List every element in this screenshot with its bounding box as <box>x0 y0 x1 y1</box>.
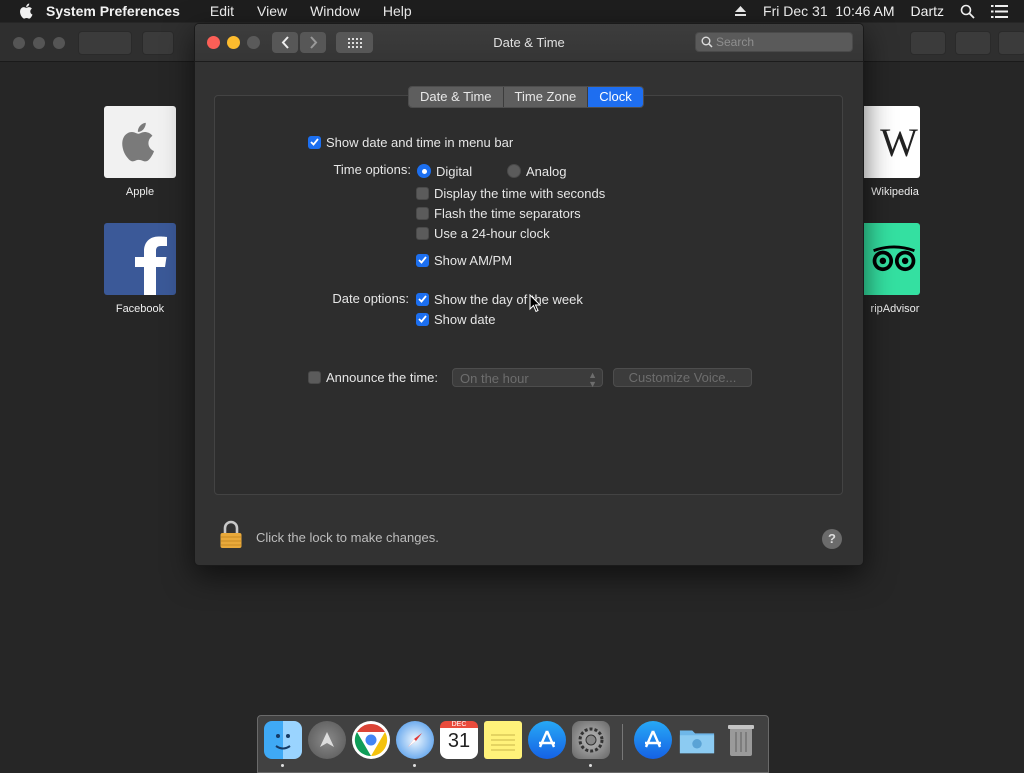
radio-label: Analog <box>526 163 567 179</box>
favorite-label: Facebook <box>115 303 165 315</box>
trash-icon[interactable] <box>722 721 760 759</box>
safari-close-button[interactable] <box>13 37 25 49</box>
menu-app-name[interactable]: System Preferences <box>46 3 180 19</box>
mouse-pointer-icon <box>529 294 541 313</box>
search-input[interactable] <box>716 34 846 50</box>
menu-edit[interactable]: Edit <box>210 3 234 19</box>
time-options-label: Time options: <box>333 162 411 177</box>
notes-icon[interactable] <box>484 721 522 759</box>
spotlight-search-icon[interactable] <box>960 4 975 19</box>
chrome-icon[interactable] <box>352 721 390 759</box>
flash-separators-checkbox[interactable]: Flash the time separators <box>416 204 581 222</box>
apple-logo-icon <box>104 106 176 178</box>
checkbox-unchecked-icon <box>416 226 429 240</box>
show-date-checkbox[interactable]: Show date <box>416 310 495 328</box>
running-indicator <box>413 764 416 767</box>
app-store-icon[interactable] <box>528 721 566 759</box>
launchpad-icon[interactable] <box>308 721 346 759</box>
tab-clock[interactable]: Clock <box>588 87 643 107</box>
digital-radio[interactable]: Digital <box>417 162 472 180</box>
checkbox-checked-icon <box>416 292 429 306</box>
safari-minimize-button[interactable] <box>33 37 45 49</box>
menu-user[interactable]: Dartz <box>911 3 944 19</box>
dock: DEC 31 <box>257 715 769 773</box>
title-bar: Date & Time <box>195 24 863 62</box>
search-icon <box>701 36 713 48</box>
safari-back-forward-button[interactable] <box>78 31 132 55</box>
checkbox-unchecked-icon <box>416 186 429 200</box>
favorite-apple[interactable]: Apple <box>104 106 176 198</box>
system-preferences-icon[interactable] <box>572 721 610 759</box>
facebook-logo-icon <box>104 223 176 295</box>
checkbox-label: Show date <box>434 311 496 327</box>
checkbox-checked-icon <box>416 253 429 267</box>
search-field[interactable] <box>695 32 853 52</box>
checkbox-label: Show AM/PM <box>434 252 513 268</box>
running-indicator <box>281 764 284 767</box>
favorite-label: Apple <box>125 186 155 198</box>
menu-help[interactable]: Help <box>383 3 412 19</box>
menu-bar: System Preferences Edit View Window Help… <box>0 0 1024 22</box>
favorite-label: Wikipedia <box>871 186 919 198</box>
finder-icon[interactable] <box>264 721 302 759</box>
checkbox-label: Show the day of the week <box>434 291 583 307</box>
tab-time-zone[interactable]: Time Zone <box>503 87 589 107</box>
checkbox-label: Display the time with seconds <box>434 185 606 201</box>
tab-bar: Date & Time Time Zone Clock <box>408 86 644 108</box>
safari-new-tab-button[interactable] <box>998 31 1024 55</box>
announce-interval-select[interactable]: On the hour ▲ ▼ <box>452 368 603 389</box>
lock-message: Click the lock to make changes. <box>256 530 439 545</box>
dock-separator <box>622 724 623 760</box>
calendar-day: 31 <box>447 730 471 752</box>
app-store-download-icon[interactable] <box>634 721 672 759</box>
radio-unselected-icon <box>507 164 521 178</box>
radio-label: Digital <box>436 163 473 179</box>
eject-icon[interactable] <box>734 5 747 17</box>
announce-time-checkbox[interactable]: Announce the time: <box>308 368 438 386</box>
use-24-hour-checkbox[interactable]: Use a 24-hour clock <box>416 224 550 242</box>
lock-icon <box>220 520 242 548</box>
lock-button[interactable] <box>219 520 243 555</box>
safari-share-button[interactable] <box>910 31 946 55</box>
menu-window[interactable]: Window <box>310 3 360 19</box>
checkbox-label: Announce the time: <box>326 369 439 385</box>
safari-icon[interactable] <box>396 721 434 759</box>
checkbox-label: Show date and time in menu bar <box>326 134 514 150</box>
checkbox-checked-icon <box>416 312 429 326</box>
calendar-month: DEC <box>440 721 478 728</box>
menu-clock[interactable]: Fri Dec 31 10:46 AM <box>763 3 895 19</box>
select-value: On the hour <box>460 371 529 386</box>
checkbox-label: Flash the time separators <box>434 205 581 221</box>
display-seconds-checkbox[interactable]: Display the time with seconds <box>416 184 605 202</box>
favorite-facebook[interactable]: Facebook <box>104 223 176 315</box>
safari-tabs-button[interactable] <box>955 31 991 55</box>
checkbox-unchecked-icon <box>308 370 321 384</box>
show-ampm-checkbox[interactable]: Show AM/PM <box>416 251 512 269</box>
help-button[interactable]: ? <box>822 529 842 549</box>
analog-radio[interactable]: Analog <box>507 162 566 180</box>
favorite-label: ripAdvisor <box>870 303 920 315</box>
downloads-folder-icon[interactable] <box>678 721 716 759</box>
show-in-menu-bar-checkbox[interactable]: Show date and time in menu bar <box>308 133 513 151</box>
customize-voice-button[interactable]: Customize Voice... <box>613 368 752 387</box>
running-indicator <box>589 764 592 767</box>
up-down-chevron-icon: ▲ ▼ <box>588 370 597 389</box>
calendar-icon[interactable]: DEC 31 <box>440 721 478 759</box>
radio-selected-icon <box>417 164 431 178</box>
menu-view[interactable]: View <box>257 3 287 19</box>
checkbox-unchecked-icon <box>416 206 429 220</box>
date-options-label: Date options: <box>332 291 409 306</box>
show-day-of-week-checkbox[interactable]: Show the day of the week <box>416 290 583 308</box>
safari-zoom-button[interactable] <box>53 37 65 49</box>
checkbox-label: Use a 24-hour clock <box>434 225 550 241</box>
tab-date-time[interactable]: Date & Time <box>409 87 504 107</box>
checkbox-checked-icon <box>308 135 321 149</box>
apple-menu-icon[interactable] <box>18 2 36 20</box>
notification-center-icon[interactable] <box>991 4 1008 18</box>
safari-sidebar-button[interactable] <box>142 31 174 55</box>
